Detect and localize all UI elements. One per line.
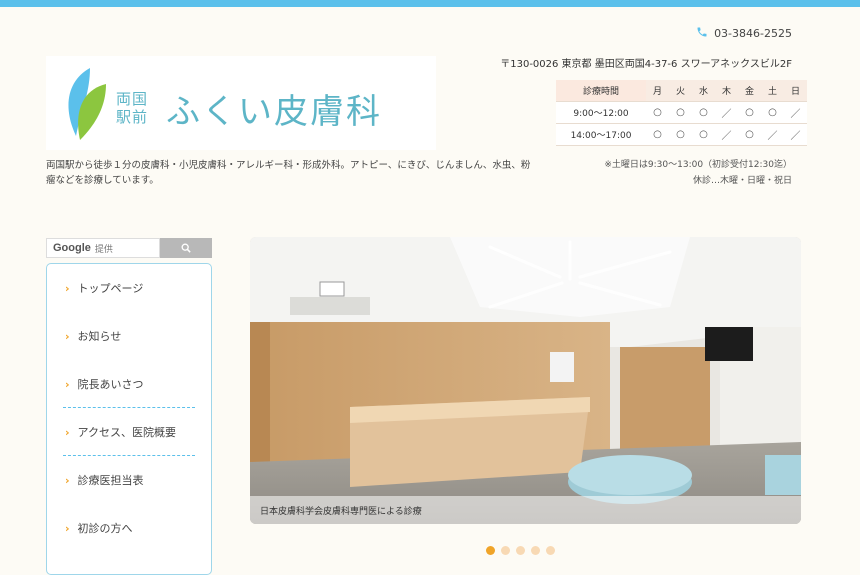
hours-row-afternoon: 14:00～17:00 ○ ○ ○ ／ ○ ／ ／ — [556, 123, 807, 146]
hours-mark: ○ — [646, 101, 669, 124]
menu-item-label: 初診の方へ — [77, 522, 133, 535]
slide-dot-2[interactable] — [501, 546, 510, 555]
google-label: Google — [53, 242, 91, 254]
top-accent-bar — [0, 0, 860, 7]
hours-mark: ○ — [692, 123, 715, 146]
clinic-interior-image — [250, 237, 801, 524]
logo-area-line1: 両国 — [116, 90, 149, 108]
search-input[interactable]: Google 提供 — [46, 238, 160, 258]
hero-caption: 日本皮膚科学会皮膚科専門医による診療 — [250, 496, 801, 524]
clinic-logo[interactable]: 両国 駅前 ふくい皮膚科 — [46, 56, 436, 150]
menu-item-label: アクセス、医院概要 — [77, 426, 176, 439]
day-wed: 水 — [692, 80, 715, 102]
menu-item-news[interactable]: › お知らせ — [47, 312, 211, 360]
hours-mark: ○ — [669, 101, 692, 124]
saturday-hours-note: ※土曜日は9:30～13:00（初診受付12:30迄） — [604, 160, 792, 170]
slide-dot-5[interactable] — [546, 546, 555, 555]
slide-dot-4[interactable] — [531, 546, 540, 555]
hours-mark: ○ — [738, 123, 761, 146]
hours-mark: ○ — [738, 101, 761, 124]
hours-mark: ／ — [784, 123, 807, 146]
chevron-right-icon: › — [65, 521, 70, 535]
slide-dot-1[interactable] — [486, 546, 495, 555]
menu-item-doctor-schedule[interactable]: › 診療医担当表 — [47, 456, 211, 504]
chevron-right-icon: › — [65, 473, 70, 487]
hours-mark: ／ — [761, 123, 784, 146]
hours-time: 9:00～12:00 — [556, 101, 646, 124]
hours-mark: ○ — [692, 101, 715, 124]
hours-mark: ／ — [715, 123, 738, 146]
sidebar-menu: › トップページ › お知らせ › 院長あいさつ › アクセス、医院概要 › 診療医担当表… — [46, 263, 212, 575]
site-search: Google 提供 — [46, 238, 212, 258]
hours-header-row: 診療時間 月 火 水 木 金 土 日 — [556, 80, 807, 102]
phone-text: 03-3846-2525 — [714, 27, 792, 40]
menu-item-access[interactable]: › アクセス、医院概要 — [47, 408, 211, 456]
chevron-right-icon: › — [65, 425, 70, 439]
hours-mark: ○ — [761, 101, 784, 124]
chevron-right-icon: › — [65, 329, 70, 343]
day-mon: 月 — [646, 80, 669, 102]
search-icon — [181, 243, 191, 253]
logo-area-line2: 駅前 — [116, 108, 149, 126]
closed-days-note: 休診…木曜・日曜・祝日 — [692, 176, 792, 186]
menu-item-label: お知らせ — [77, 330, 122, 343]
menu-item-label: トップページ — [77, 282, 144, 295]
search-placeholder: 提供 — [94, 243, 113, 254]
menu-item-first-visit[interactable]: › 初診の方へ — [47, 504, 211, 552]
chevron-right-icon: › — [65, 281, 70, 295]
slideshow-dots — [486, 546, 555, 555]
hours-mark: ○ — [669, 123, 692, 146]
search-button[interactable] — [160, 238, 212, 258]
day-thu: 木 — [715, 80, 738, 102]
hours-header-label: 診療時間 — [556, 80, 646, 102]
day-tue: 火 — [669, 80, 692, 102]
chevron-right-icon: › — [65, 377, 70, 391]
slide-dot-3[interactable] — [516, 546, 525, 555]
clinic-intro: 両国駅から徒歩１分の皮膚科・小児皮膚科・アレルギー科・形成外科。アトピー、にきび… — [46, 160, 531, 186]
menu-item-top[interactable]: › トップページ — [47, 264, 211, 312]
day-fri: 金 — [738, 80, 761, 102]
logo-area-name: 両国 駅前 — [116, 90, 160, 126]
hours-row-morning: 9:00～12:00 ○ ○ ○ ／ ○ ○ ／ — [556, 101, 807, 124]
hours-table: 診療時間 月 火 水 木 金 土 日 9:00～12:00 ○ ○ ○ ／ ○ … — [556, 80, 807, 146]
menu-item-label: 院長あいさつ — [77, 378, 144, 391]
phone-icon — [696, 26, 708, 41]
hours-mark: ○ — [646, 123, 669, 146]
clinic-address: 〒130-0026 東京都 墨田区両国4-37-6 スワーアネックスビル2F — [500, 59, 792, 70]
menu-item-label: 診療医担当表 — [77, 474, 144, 487]
hours-time: 14:00～17:00 — [556, 123, 646, 146]
day-sat: 土 — [761, 80, 784, 102]
phone-number[interactable]: 03-3846-2525 — [696, 26, 792, 41]
logo-clinic-name: ふくい皮膚科 — [166, 92, 382, 132]
leaf-logo-icon — [68, 68, 106, 140]
hero-slideshow[interactable]: 日本皮膚科学会皮膚科専門医による診療 — [250, 237, 801, 524]
hours-mark: ／ — [784, 101, 807, 124]
hours-mark: ／ — [715, 101, 738, 124]
day-sun: 日 — [784, 80, 807, 102]
menu-item-greeting[interactable]: › 院長あいさつ — [47, 360, 211, 408]
